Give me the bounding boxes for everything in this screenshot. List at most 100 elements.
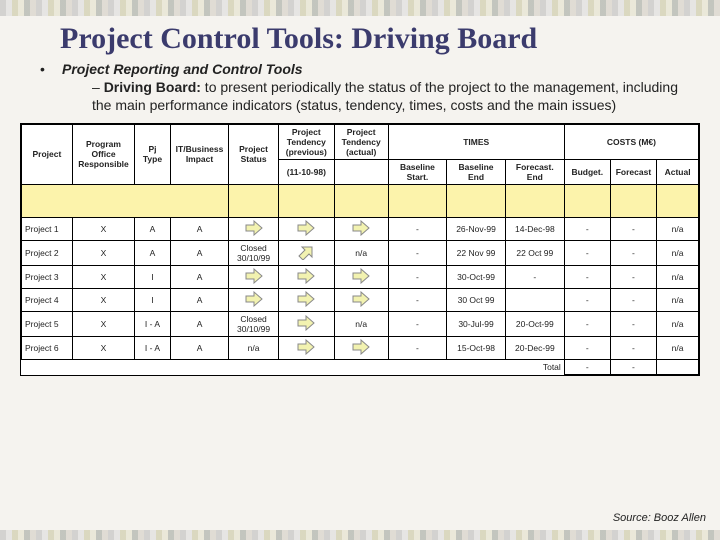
table-cell: X: [72, 240, 134, 265]
col-impact: IT/Business Impact: [170, 124, 228, 184]
col-responsible: Program Office Responsible: [72, 124, 134, 184]
sub-bullet-lead: Driving Board:: [104, 79, 201, 95]
table-cell: n/a: [657, 217, 699, 240]
source-credit: Source: Booz Allen: [613, 512, 706, 524]
table-cell: Project 1: [22, 217, 73, 240]
bullet-icon: •: [40, 60, 62, 115]
right-arrow-icon: [245, 268, 263, 284]
table-cell: Closed 30/10/99: [229, 240, 279, 265]
right-arrow-icon: [352, 268, 370, 284]
bottom-stripes: [0, 530, 720, 540]
table-cell: Project 4: [22, 288, 73, 311]
table-cell: [334, 265, 388, 288]
right-arrow-icon: [297, 291, 315, 307]
table-cell: -: [388, 288, 447, 311]
table-cell: I: [135, 265, 171, 288]
col-project: Project: [22, 124, 73, 184]
table-cell: n/a: [229, 336, 279, 359]
table-cell: [334, 336, 388, 359]
table-cell: [278, 265, 334, 288]
yellow-band: [610, 184, 656, 217]
table-cell: [278, 336, 334, 359]
table-cell: -: [564, 240, 610, 265]
yellow-band: [447, 184, 506, 217]
table-cell: n/a: [657, 288, 699, 311]
table-cell: Project 3: [22, 265, 73, 288]
table-cell: [229, 217, 279, 240]
table-cell: n/a: [657, 240, 699, 265]
table-cell: A: [170, 311, 228, 336]
table-cell: X: [72, 288, 134, 311]
table-cell: A: [170, 288, 228, 311]
table-cell: -: [388, 336, 447, 359]
right-arrow-icon: [245, 291, 263, 307]
right-arrow-icon: [352, 291, 370, 307]
table-row: Project 2XAAClosed 30/10/99n/a-22 Nov 99…: [22, 240, 699, 265]
col-actual: Actual: [657, 159, 699, 184]
col-forecast: Forecast: [610, 159, 656, 184]
table-cell: Closed 30/10/99: [229, 311, 279, 336]
table-row: Project 6XI - AAn/a-15-Oct-9820-Dec-99--…: [22, 336, 699, 359]
table-cell: I - A: [135, 311, 171, 336]
yellow-band: [505, 184, 564, 217]
table-cell: Project 5: [22, 311, 73, 336]
table-cell: X: [72, 311, 134, 336]
table-cell: 30 Oct 99: [447, 288, 506, 311]
table-cell: A: [170, 217, 228, 240]
up-right-arrow-icon: [297, 244, 315, 260]
table-cell: 14-Dec-98: [505, 217, 564, 240]
table-cell: 15-Oct-98: [447, 336, 506, 359]
table-cell: [229, 288, 279, 311]
right-arrow-icon: [297, 268, 315, 284]
table-row: Project 5XI - AAClosed 30/10/99n/a-30-Ju…: [22, 311, 699, 336]
yellow-band-left: [22, 184, 229, 217]
table-cell: I: [135, 288, 171, 311]
table-cell: -: [564, 217, 610, 240]
table-cell: [334, 217, 388, 240]
col-baseline-end: Baseline End: [447, 159, 506, 184]
bullet-heading: Project Reporting and Control Tools: [62, 60, 680, 78]
driving-board-table: Project Program Office Responsible Pj Ty…: [20, 123, 700, 376]
col-tend-prev: Project Tendency (previous): [278, 124, 334, 159]
table-cell: -: [610, 217, 656, 240]
col-forecast-end: Forecast. End: [505, 159, 564, 184]
yellow-band: [229, 184, 279, 217]
table-cell: -: [388, 265, 447, 288]
table-cell: -: [564, 311, 610, 336]
table-cell: -: [610, 288, 656, 311]
table-cell: X: [72, 217, 134, 240]
table-cell: -: [610, 240, 656, 265]
table-cell: -: [564, 288, 610, 311]
table-cell: -: [610, 311, 656, 336]
right-arrow-icon: [245, 220, 263, 236]
yellow-band: [657, 184, 699, 217]
table-cell: 22 Oct 99: [505, 240, 564, 265]
table-body: Project 1XAA-26-Nov-9914-Dec-98--n/aProj…: [22, 217, 699, 359]
table-cell: A: [170, 240, 228, 265]
total-actual: [657, 359, 699, 374]
yellow-band: [334, 184, 388, 217]
table-cell: 30-Oct-99: [447, 265, 506, 288]
body-text: • Project Reporting and Control Tools – …: [0, 56, 720, 115]
table-cell: n/a: [657, 265, 699, 288]
table-cell: [505, 288, 564, 311]
yellow-band: [564, 184, 610, 217]
table-cell: Project 2: [22, 240, 73, 265]
table-cell: I - A: [135, 336, 171, 359]
table-cell: 26-Nov-99: [447, 217, 506, 240]
yellow-band: [278, 184, 334, 217]
col-budget: Budget.: [564, 159, 610, 184]
sub-bullet: – Driving Board: to present periodically…: [62, 78, 680, 114]
table-cell: Project 6: [22, 336, 73, 359]
col-pjtype: Pj Type: [135, 124, 171, 184]
table-cell: [278, 217, 334, 240]
table-cell: A: [135, 217, 171, 240]
table-cell: -: [610, 336, 656, 359]
table-cell: n/a: [334, 240, 388, 265]
table-cell: -: [388, 311, 447, 336]
right-arrow-icon: [297, 315, 315, 331]
yellow-band: [388, 184, 447, 217]
right-arrow-icon: [352, 220, 370, 236]
col-status: Project Status: [229, 124, 279, 184]
right-arrow-icon: [352, 339, 370, 355]
